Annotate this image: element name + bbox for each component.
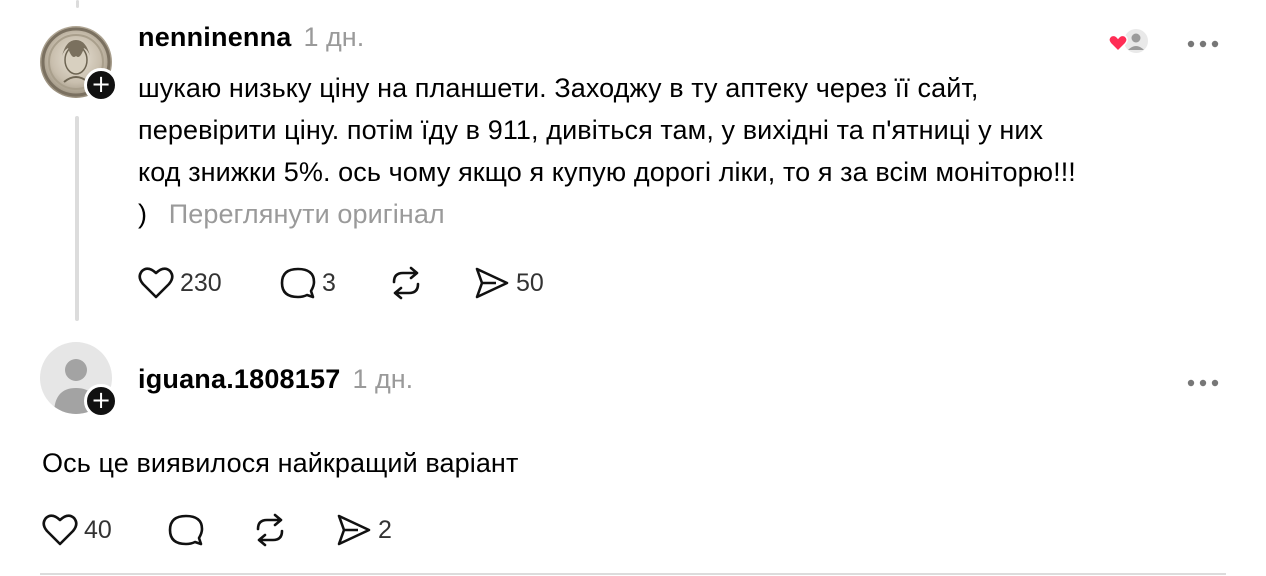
repost-icon bbox=[392, 266, 420, 300]
text-line: перевірити ціну. потім їду в 911, дивіть… bbox=[138, 115, 1044, 145]
reply-button[interactable] bbox=[168, 513, 204, 547]
share-count: 2 bbox=[378, 515, 392, 544]
heart-icon bbox=[42, 514, 78, 546]
speech-bubble-icon bbox=[280, 267, 316, 299]
follow-plus-icon[interactable]: + bbox=[84, 384, 118, 418]
repost-button[interactable] bbox=[252, 513, 288, 547]
text-line: шукаю низьку ціну на планшети. Заходжу в… bbox=[138, 73, 979, 103]
comment-header: nenninenna 1 дн. bbox=[138, 22, 364, 53]
like-button[interactable]: 230 bbox=[138, 266, 222, 300]
comment-text: шукаю низьку ціну на планшети. Заходжу в… bbox=[138, 67, 1238, 235]
more-dots-icon bbox=[1187, 40, 1219, 48]
text-line: ) bbox=[138, 199, 148, 229]
more-dots-icon bbox=[1187, 379, 1219, 387]
timestamp: 1 дн. bbox=[352, 364, 414, 394]
share-count: 50 bbox=[516, 268, 544, 297]
text-line: код знижки 5%. ось чому якщо я купую дор… bbox=[138, 157, 1076, 187]
send-icon bbox=[337, 514, 371, 546]
more-options-button[interactable] bbox=[1186, 36, 1222, 54]
speech-bubble-icon bbox=[168, 514, 204, 546]
username[interactable]: nenninenna bbox=[138, 22, 292, 53]
comment-header: iguana.1808157 1 дн. bbox=[138, 364, 413, 395]
timestamp: 1 дн. bbox=[303, 22, 365, 52]
liked-by-avatar-icon bbox=[1108, 27, 1150, 55]
comment-text: Ось це виявилося найкращий варіант bbox=[42, 448, 519, 478]
repost-button[interactable] bbox=[388, 266, 424, 300]
username[interactable]: iguana.1808157 bbox=[138, 364, 340, 395]
share-button[interactable]: 50 bbox=[474, 266, 544, 300]
heart-icon bbox=[138, 267, 174, 299]
like-count: 230 bbox=[180, 268, 222, 297]
like-count: 40 bbox=[84, 515, 112, 544]
more-options-button[interactable] bbox=[1186, 375, 1222, 393]
like-button[interactable]: 40 bbox=[42, 513, 112, 547]
share-button[interactable]: 2 bbox=[336, 513, 392, 547]
thread-line-top bbox=[76, 0, 79, 8]
repost-icon bbox=[256, 513, 284, 547]
reply-button[interactable]: 3 bbox=[280, 266, 336, 300]
view-original-link[interactable]: Переглянути оригінал bbox=[169, 199, 445, 229]
reply-count: 3 bbox=[322, 268, 336, 297]
send-icon bbox=[475, 267, 509, 299]
follow-plus-icon[interactable]: + bbox=[84, 68, 118, 102]
thread-line bbox=[75, 116, 79, 321]
divider bbox=[40, 573, 1226, 575]
liked-by-badge[interactable] bbox=[1106, 26, 1154, 56]
